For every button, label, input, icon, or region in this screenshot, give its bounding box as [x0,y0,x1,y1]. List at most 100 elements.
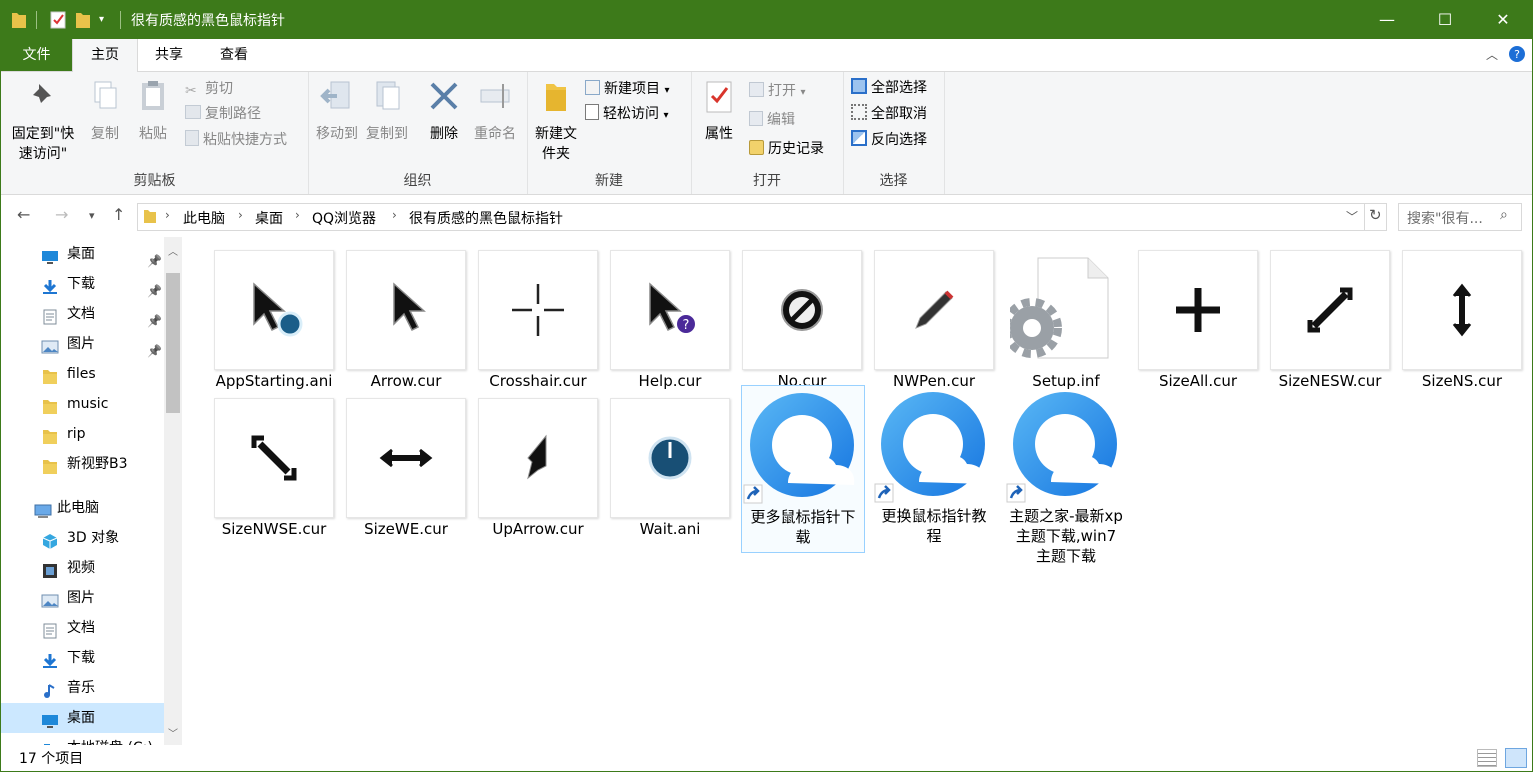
file-item[interactable]: AppStarting.ani [213,237,335,390]
rename-button[interactable]: 重命名 [468,78,522,144]
address-dropdown-icon[interactable]: ﹀ [1346,208,1358,225]
history-label: 历史记录 [768,141,824,157]
select-all-button[interactable]: 全部选择 [851,76,927,100]
nav-item[interactable]: rip [1,419,164,449]
quick-access-dropdown-icon[interactable]: ▾ [99,14,104,34]
cut-button[interactable]: ✂ 剪切 [185,77,233,101]
nav-item[interactable]: 视频 [1,553,164,583]
breadcrumb-desktop[interactable]: 桌面 [255,208,283,228]
search-box[interactable]: 搜索"很有... ⌕ [1398,203,1522,231]
chevron-down-icon: ▾ [800,87,806,98]
close-button[interactable]: ✕ [1474,1,1532,39]
nav-item[interactable]: 图片 [1,583,164,613]
details-view-icon[interactable] [1477,749,1497,767]
tab-view[interactable]: 查看 [202,39,266,71]
file-item[interactable]: No.cur [741,237,863,390]
computer-icon [34,500,52,518]
breadcrumb-current-folder[interactable]: 很有质感的黑色鼠标指针 [409,208,563,228]
properties-icon[interactable] [49,10,67,30]
nav-item[interactable]: 桌面 📌 [1,239,164,269]
nav-item[interactable]: 文档 [1,613,164,643]
search-icon[interactable]: ⌕ [1500,207,1508,223]
move-to-button[interactable]: 移动到 [312,78,362,144]
file-item[interactable]: 更多鼠标指针下载 [741,385,865,553]
forward-arrow-icon[interactable]: → [55,205,68,224]
paste-shortcut-button[interactable]: 粘贴快捷方式 [185,128,287,152]
chevron-down-icon: ▾ [663,110,669,121]
nav-item[interactable]: music [1,389,164,419]
file-item[interactable]: ? Help.cur [609,237,731,390]
new-folder-icon[interactable] [75,10,91,30]
new-folder-button[interactable]: 新建文件夹 [531,78,581,164]
nav-item[interactable]: 图片 📌 [1,329,164,359]
file-item[interactable]: SizeWE.cur [345,385,467,538]
copy-path-button[interactable]: 复制路径 [185,102,261,126]
new-item-button[interactable]: 新建项目 ▾ [585,77,669,101]
nav-item[interactable]: 本地磁盘 (C:) [1,733,164,745]
nav-item[interactable]: 文档 📌 [1,299,164,329]
rename-label: 重命名 [474,126,516,142]
nav-item[interactable]: 3D 对象 [1,523,164,553]
file-item[interactable]: UpArrow.cur [477,385,599,538]
history-button[interactable]: 历史记录 [749,137,824,161]
tab-home[interactable]: 主页 [72,39,138,72]
select-none-button[interactable]: 全部取消 [851,102,927,126]
nav-item-label: 桌面 [67,246,95,262]
file-item[interactable]: SizeNWSE.cur [213,385,335,538]
file-item[interactable]: SizeNESW.cur [1269,237,1391,390]
file-item[interactable]: NWPen.cur [873,237,995,390]
file-item[interactable]: Wait.ani [609,385,731,538]
clipboard-group-label: 剪贴板 [133,173,176,189]
up-arrow-icon[interactable]: ↑ [112,205,125,224]
nav-item-label: 3D 对象 [67,530,120,546]
address-bar[interactable]: › 此电脑 › 桌面 › QQ浏览器 › 很有质感的黑色鼠标指针 ﹀ ↻ [137,203,1387,231]
copy-button[interactable]: 复制 [83,78,127,144]
maximize-button[interactable]: ☐ [1416,1,1474,39]
back-arrow-icon[interactable]: ← [17,205,30,224]
file-item[interactable]: SizeAll.cur [1137,237,1259,390]
delete-button[interactable]: 删除 [422,78,466,144]
file-item[interactable]: Setup.inf [1005,237,1127,390]
help-icon[interactable]: ? [1508,45,1526,63]
nav-item[interactable]: 桌面 [1,703,164,733]
file-item[interactable]: SizeNS.cur [1401,237,1523,390]
nav-item[interactable]: 下载 📌 [1,269,164,299]
open-button[interactable]: 打开 ▾ [749,79,805,103]
scroll-down-icon[interactable]: ﹀ [168,725,178,740]
file-name: Wait.ani [639,520,701,538]
file-item[interactable]: 更换鼠标指针教程 [873,385,995,545]
file-item[interactable]: Arrow.cur [345,237,467,390]
large-icons-view-icon[interactable] [1505,748,1527,768]
edit-button[interactable]: 编辑 [749,108,795,132]
tab-file[interactable]: 文件 [1,39,72,71]
copy-to-icon [376,81,400,110]
nav-scrollbar[interactable]: ︿ ﹀ [164,237,182,745]
pin-quick-access-button[interactable]: 固定到"快速访问" [5,78,81,164]
scroll-up-icon[interactable]: ︿ [168,243,178,258]
file-name: SizeNWSE.cur [221,520,327,538]
paste-button[interactable]: 粘贴 [131,78,175,144]
easy-access-button[interactable]: 轻松访问 ▾ [585,102,668,126]
invert-selection-button[interactable]: 反向选择 [851,128,927,152]
collapse-ribbon-icon[interactable]: ︿ [1486,46,1498,63]
select-all-label: 全部选择 [871,80,927,96]
copy-to-button[interactable]: 复制到 [362,78,412,144]
breadcrumb-qq-browser[interactable]: QQ浏览器 [312,208,376,228]
minimize-button[interactable]: — [1358,1,1416,39]
refresh-icon[interactable]: ↻ [1369,206,1382,224]
file-name: 更多鼠标指针下载 [750,508,856,546]
nav-item[interactable]: 新视野B3 [1,449,164,479]
tab-share[interactable]: 共享 [138,39,200,71]
nav-item[interactable]: 下载 [1,643,164,673]
file-item[interactable]: 主题之家-最新xp主题下载,win7主题下载 [1005,385,1127,565]
nav-item[interactable]: 音乐 [1,673,164,703]
properties-button[interactable]: 属性 [697,78,741,144]
breadcrumb-this-pc[interactable]: 此电脑 [183,208,225,228]
file-item[interactable]: Crosshair.cur [477,237,599,390]
pin-label: 固定到"快速访问" [11,126,75,162]
nav-item[interactable]: 此电脑 [1,493,164,523]
scissors-icon: ✂ [185,83,197,99]
recent-locations-icon[interactable]: ▾ [89,209,95,222]
nav-item[interactable]: files [1,359,164,389]
nav-scrollbar-thumb[interactable] [166,273,180,413]
